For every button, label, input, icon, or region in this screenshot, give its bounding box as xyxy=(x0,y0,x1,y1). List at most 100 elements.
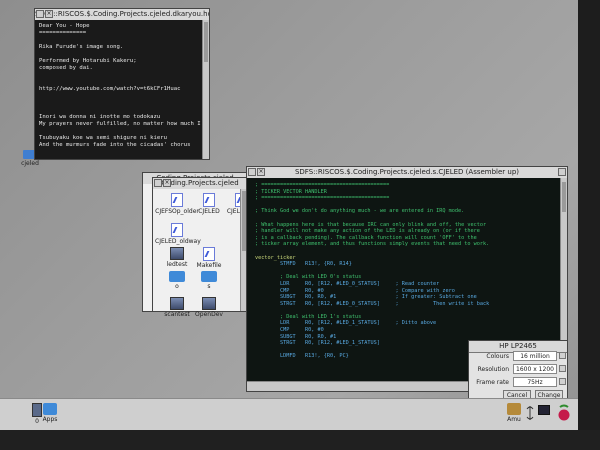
display-dialog: HP LP2465 Colours 16 million Resolution … xyxy=(468,340,568,402)
code-line: ; ticker array element, and thus functio… xyxy=(255,241,490,248)
colours-row: Colours 16 million xyxy=(473,351,566,363)
text-line xyxy=(39,51,198,58)
apps-folder-icon xyxy=(43,403,57,415)
back-icon[interactable] xyxy=(154,179,162,187)
frame-rate-menu-icon[interactable] xyxy=(559,378,566,385)
code-line: CMP R0, #0 xyxy=(255,327,324,334)
pinned-folder-label: cjeled xyxy=(21,160,39,167)
monitor-bezel-right xyxy=(578,0,600,450)
file-icon xyxy=(171,193,183,207)
amu-icon xyxy=(507,403,521,415)
frame-rate-label: Frame rate xyxy=(476,379,509,386)
frame-rate-row: Frame rate 75Hz xyxy=(473,377,566,389)
folder-icon xyxy=(201,271,217,282)
code-line: SUBGT R0, R0, #1 ; If greater: Subtract … xyxy=(255,294,477,301)
code-line: ; TICKER VECTOR HANDLER xyxy=(255,188,327,195)
text-line xyxy=(39,37,198,44)
iconbar-apps-label: Apps xyxy=(42,416,58,423)
file-item[interactable]: OpenDev xyxy=(187,297,231,318)
code-line: vector_ticker xyxy=(255,254,296,261)
colours-menu-icon[interactable] xyxy=(559,352,566,359)
text-window: × SDFS::RISCOS.$.Coding.Projects.cjeled.… xyxy=(34,8,210,160)
frame-rate-field[interactable]: 75Hz xyxy=(513,377,557,387)
file-item[interactable]: CJELED_oldway xyxy=(155,223,201,245)
folder-icon xyxy=(169,271,185,282)
text-line xyxy=(39,107,198,114)
display-icon[interactable] xyxy=(538,405,550,421)
close-icon[interactable]: × xyxy=(163,179,171,187)
network-icon[interactable] xyxy=(524,405,536,421)
text-window-content[interactable]: Dear You - Hope ============== Rika Furude… xyxy=(35,20,202,159)
file-icon xyxy=(171,223,183,237)
iconbar-amu-label: Amu xyxy=(507,416,521,423)
file-label: OpenDev xyxy=(195,311,223,318)
text-line xyxy=(39,79,198,86)
resolution-label: Resolution xyxy=(477,366,509,373)
code-line: CMP R0, #0 ; Compare with zero xyxy=(255,287,455,294)
code-line: ; is a callback pending). The callback f… xyxy=(255,234,477,241)
back-icon[interactable] xyxy=(248,168,256,176)
text-line: Inori wa donna ni inotte mo todokazu xyxy=(39,114,161,120)
assembler-window-title: SDFS::RISCOS.$.Coding.Projects.cjeled.s.… xyxy=(294,168,520,176)
file-icon xyxy=(203,193,215,207)
text-line: Rika Furude's image song. xyxy=(39,44,124,50)
iconbar: 0 Apps Amu xyxy=(0,398,578,431)
application-icon xyxy=(170,247,184,260)
resolution-field[interactable]: 1600 x 1200 xyxy=(513,364,557,374)
iconbar-amu[interactable]: Amu xyxy=(504,403,524,423)
text-line: composed by dai. xyxy=(39,65,93,71)
text-line: Performed by Hotarubi Kakeru; xyxy=(39,58,137,64)
text-line: http://www.youtube.com/watch?v=t6kCFr1Hu… xyxy=(39,86,181,92)
file-icon xyxy=(203,247,215,261)
text-line xyxy=(39,128,198,135)
text-line xyxy=(39,93,198,100)
file-label: s xyxy=(207,283,211,290)
code-line: STRGT R0, [R12, #LED_0_STATUS] ; Then wr… xyxy=(255,300,490,307)
text-line: And the murmurs fade into the cicadas' c… xyxy=(39,142,191,148)
resolution-menu-icon[interactable] xyxy=(559,365,566,372)
iconbar-apps[interactable]: Apps xyxy=(40,403,60,423)
text-line xyxy=(39,100,198,107)
folder-window[interactable]: × Coding.Projects.cjeled CJEFSOp_older CJ… xyxy=(152,177,255,318)
close-icon[interactable]: × xyxy=(45,10,53,18)
colours-label: Colours xyxy=(486,353,509,360)
text-line: ============== xyxy=(39,30,87,36)
code-line: ; What happens here is that because IRC … xyxy=(255,221,487,228)
folder-window-content: CJEFSOp_olderCJELEDCJELED_2CJELED_oldway… xyxy=(153,189,255,318)
code-line: ; Deal with LED 1's status xyxy=(255,313,362,320)
colours-field[interactable]: 16 million xyxy=(513,351,557,361)
close-icon[interactable]: × xyxy=(257,168,265,176)
folder-window-title: Coding.Projects.cjeled xyxy=(161,179,239,187)
display-dialog-title: HP LP2465 xyxy=(499,342,537,350)
application-icon xyxy=(170,297,184,310)
text-line: Dear You - Hope xyxy=(39,23,90,29)
code-line: ; ======================================… xyxy=(255,195,390,202)
code-line: ; Deal with LED 0's status xyxy=(255,274,362,281)
raspberry-pi-icon[interactable] xyxy=(556,404,572,422)
resolution-row: Resolution 1600 x 1200 xyxy=(473,364,566,376)
text-line xyxy=(39,72,198,79)
toggle-size-icon[interactable] xyxy=(558,168,566,176)
code-line: ; ======================================… xyxy=(255,182,390,188)
code-line: STMFD R13!, {R0, R14} xyxy=(255,261,352,268)
text-line: My prayers never fulfilled, no matter ho… xyxy=(39,121,202,127)
monitor-bezel-bottom xyxy=(0,430,600,450)
code-line: ; Think God we don't do anything much - … xyxy=(255,208,465,215)
text-line: Tsubuyaku koe wa semi shigure ni kieru xyxy=(39,135,167,141)
file-item[interactable]: s xyxy=(187,271,231,290)
file-label: Makefile xyxy=(196,262,222,269)
text-window-scrollbar[interactable] xyxy=(202,20,209,159)
code-line: ; handler will not make any action of th… xyxy=(255,228,480,235)
back-icon[interactable] xyxy=(36,10,44,18)
file-label: CJELED_oldway xyxy=(155,238,201,245)
text-window-title: SDFS::RISCOS.$.Coding.Projects.cjeled.dk… xyxy=(35,10,209,18)
code-line: LDR R0, [R12, #LED_0_STATUS] ; Read coun… xyxy=(255,280,440,287)
file-item[interactable]: Makefile xyxy=(187,247,231,269)
code-line: LDR R0, [R12, #LED_1_STATUS] ; Ditto abo… xyxy=(255,320,437,327)
application-icon xyxy=(202,297,216,310)
